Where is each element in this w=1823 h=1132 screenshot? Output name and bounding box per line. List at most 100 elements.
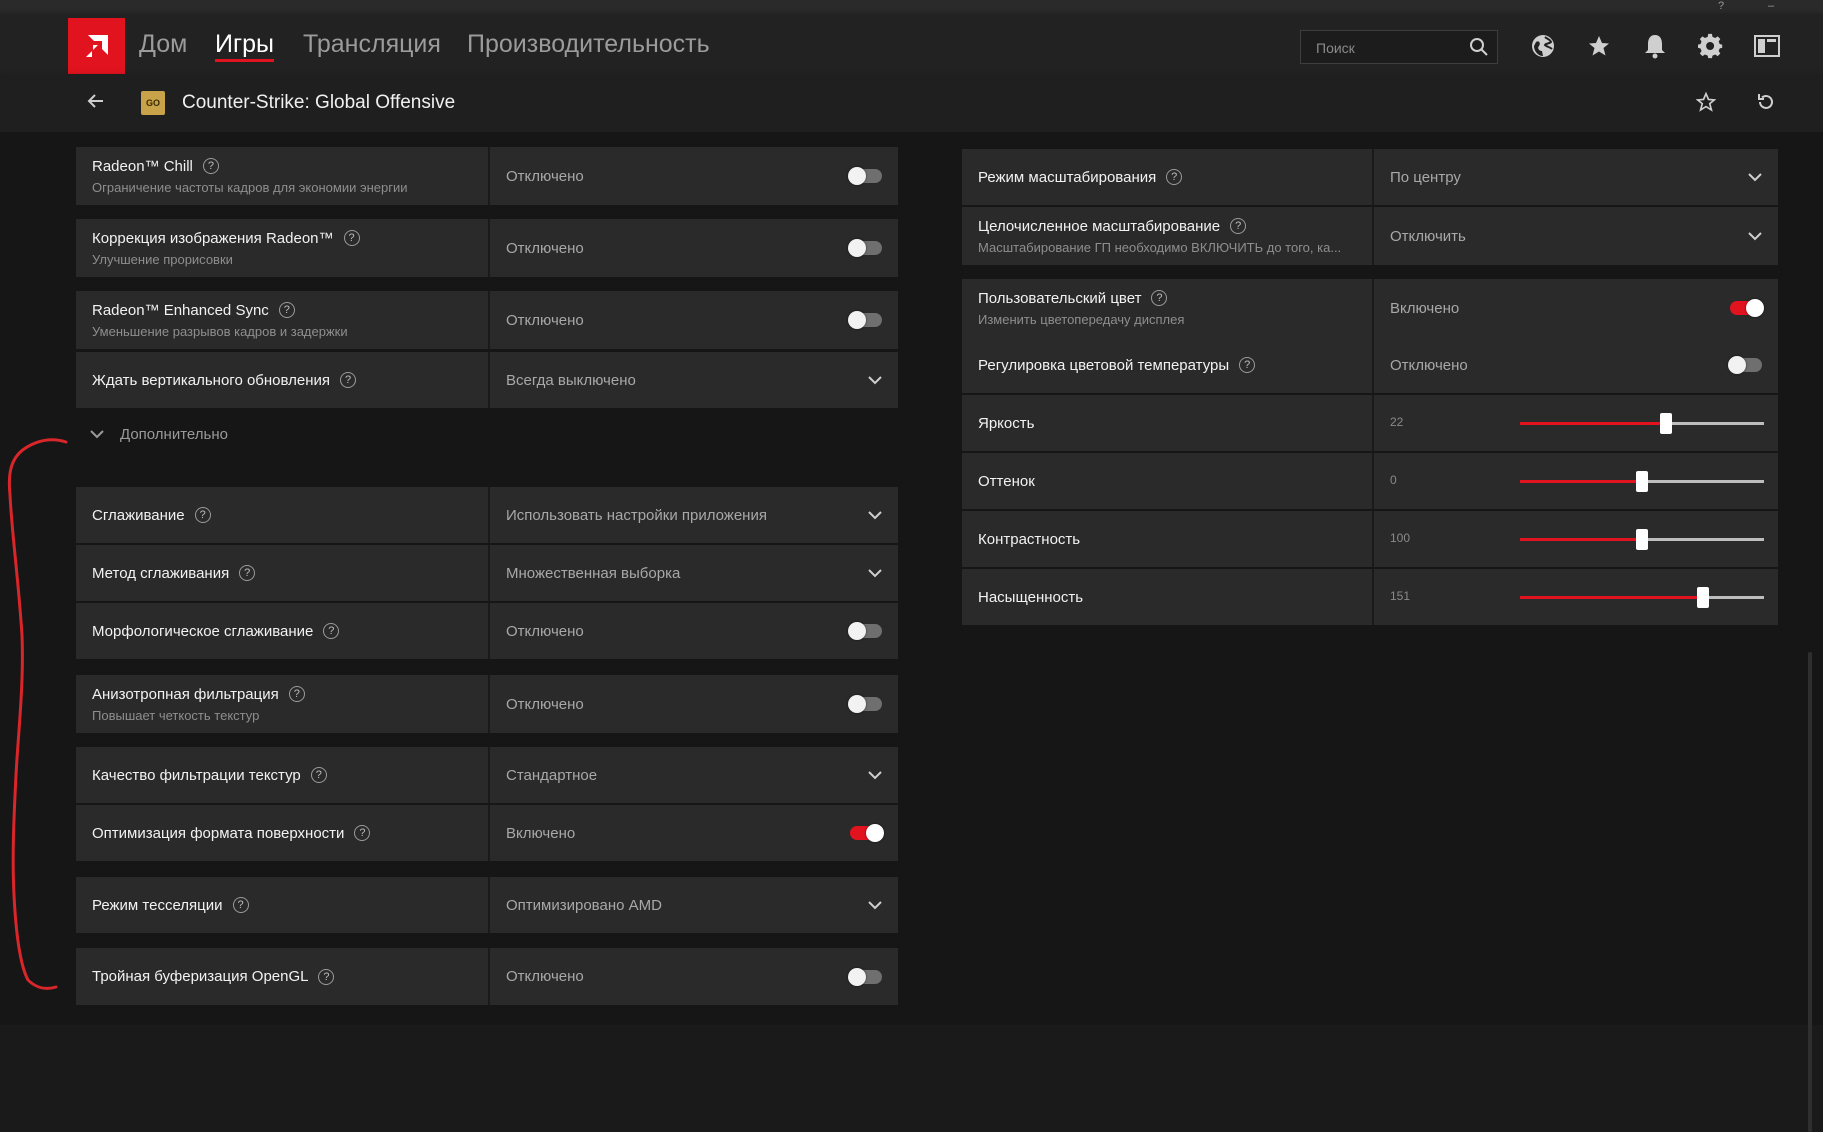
help-icon[interactable]: ? xyxy=(1239,357,1256,373)
toggle-switch[interactable] xyxy=(1728,356,1762,374)
toggle-switch[interactable] xyxy=(848,695,882,713)
help-icon[interactable]: ? xyxy=(354,825,371,841)
setting-value-cell: 0 xyxy=(1372,453,1778,509)
slider-fill xyxy=(1520,422,1667,425)
layout-panel-icon[interactable] xyxy=(1753,32,1781,60)
back-arrow-icon[interactable] xyxy=(86,91,106,116)
setting-value-cell[interactable]: Использовать настройки приложения xyxy=(488,487,898,543)
setting-value-cell[interactable]: Стандартное xyxy=(488,747,898,803)
setting-label-block: Пользовательский цвет? Изменить цветопере… xyxy=(962,279,1372,337)
slider-fill xyxy=(1520,596,1703,599)
setting-value-cell[interactable]: Множественная выборка xyxy=(488,545,898,601)
toggle-switch[interactable] xyxy=(848,311,882,329)
chevron-down-icon[interactable] xyxy=(866,766,884,784)
setting-title: Тройная буферизация OpenGL xyxy=(92,968,309,985)
setting-title: Оттенок xyxy=(978,472,1035,490)
slider-value: 151 xyxy=(1390,589,1411,603)
help-icon[interactable]: ? xyxy=(1151,290,1168,306)
tab-games[interactable]: Игры xyxy=(215,14,274,74)
help-icon[interactable]: ? xyxy=(318,968,335,985)
tab-performance[interactable]: Производительность xyxy=(467,14,710,74)
slider-track[interactable] xyxy=(1520,587,1764,608)
slider-track[interactable] xyxy=(1520,413,1764,434)
setting-title: Яркость xyxy=(978,414,1035,432)
globe-icon[interactable] xyxy=(1529,32,1557,60)
setting-label-block: Сглаживание? xyxy=(76,487,488,543)
chevron-down-icon[interactable] xyxy=(866,371,884,389)
setting-subtitle: Масштабирование ГП необходимо ВКЛЮЧИТЬ д… xyxy=(978,239,1342,255)
amd-arrow-icon xyxy=(85,35,108,57)
setting-label-block: Тройная буферизация OpenGL? xyxy=(76,948,488,1005)
help-icon[interactable]: ? xyxy=(1230,218,1247,234)
help-icon[interactable]: ? xyxy=(239,565,256,581)
help-icon[interactable]: ? xyxy=(323,623,340,639)
setting-value: Включено xyxy=(1390,299,1460,317)
setting-title: Сглаживание xyxy=(92,506,185,524)
favorite-star-icon[interactable] xyxy=(1695,91,1717,117)
setting-value-cell: Отключено xyxy=(1372,337,1778,393)
setting-value: Всегда выключено xyxy=(506,371,636,389)
setting-value: Отключено xyxy=(506,622,584,640)
setting-value-cell[interactable]: По центру xyxy=(1372,149,1778,205)
slider-thumb[interactable] xyxy=(1697,587,1709,608)
scrollbar[interactable] xyxy=(1808,652,1812,1132)
help-icon[interactable]: ? xyxy=(202,158,219,174)
setting-value: Отключить xyxy=(1390,227,1466,245)
help-icon[interactable]: ? xyxy=(194,507,211,523)
help-icon[interactable]: ? xyxy=(232,897,249,913)
help-icon[interactable]: ? xyxy=(1166,169,1183,185)
setting-row: Яркость 22 xyxy=(962,395,1778,451)
gear-icon[interactable] xyxy=(1697,32,1725,60)
setting-value-cell: 100 xyxy=(1372,511,1778,567)
search-input[interactable] xyxy=(1301,31,1478,65)
chevron-down-icon[interactable] xyxy=(866,564,884,582)
setting-value-cell[interactable]: Всегда выключено xyxy=(488,352,898,408)
slider-track[interactable] xyxy=(1520,471,1764,492)
chevron-down-icon[interactable] xyxy=(866,896,884,914)
search-icon[interactable] xyxy=(1469,37,1489,62)
setting-title-line: Режим масштабирования? xyxy=(978,169,1372,186)
top-navigation-bar: Дом Игры Трансляция Производительность xyxy=(0,14,1823,74)
help-icon[interactable]: ? xyxy=(278,302,295,318)
toggle-switch[interactable] xyxy=(1730,299,1764,317)
setting-value-cell[interactable]: Отключить xyxy=(1372,207,1778,265)
setting-value: Отключено xyxy=(506,968,584,985)
setting-subtitle: Улучшение прорисовки xyxy=(92,251,233,267)
slider-thumb[interactable] xyxy=(1636,529,1648,550)
help-icon[interactable]: ? xyxy=(340,372,357,388)
slider-thumb[interactable] xyxy=(1660,413,1673,434)
bell-icon[interactable] xyxy=(1641,32,1669,60)
setting-value: Оптимизировано AMD xyxy=(506,896,662,914)
help-window-button[interactable]: ? xyxy=(1718,0,1724,12)
slider-track[interactable] xyxy=(1520,529,1764,550)
star-icon[interactable] xyxy=(1585,32,1613,60)
help-icon[interactable]: ? xyxy=(310,767,327,783)
setting-title: Качество фильтрации текстур xyxy=(92,766,301,784)
minimize-window-button[interactable]: – xyxy=(1768,0,1774,12)
reset-icon[interactable] xyxy=(1756,92,1776,117)
help-icon[interactable]: ? xyxy=(343,230,360,246)
toggle-switch[interactable] xyxy=(848,622,882,640)
toggle-switch[interactable] xyxy=(850,824,884,842)
toggle-switch[interactable] xyxy=(848,239,882,257)
advanced-section-header[interactable]: Дополнительно xyxy=(90,426,228,443)
slider-value: 100 xyxy=(1390,531,1411,545)
tab-streaming[interactable]: Трансляция xyxy=(303,14,441,74)
help-icon[interactable]: ? xyxy=(288,686,305,702)
setting-title: Анизотропная фильтрация xyxy=(92,685,279,703)
chevron-down-icon[interactable] xyxy=(1746,227,1764,245)
setting-value-cell[interactable]: Оптимизировано AMD xyxy=(488,877,898,933)
setting-title-line: Качество фильтрации текстур? xyxy=(92,767,488,784)
setting-title-line: Морфологическое сглаживание? xyxy=(92,623,488,640)
chevron-down-icon[interactable] xyxy=(866,506,884,524)
toggle-switch[interactable] xyxy=(848,967,882,986)
setting-row: Оптимизация формата поверхности? Включено xyxy=(76,805,898,861)
slider-thumb[interactable] xyxy=(1636,471,1648,492)
amd-logo[interactable] xyxy=(68,18,125,74)
tab-home[interactable]: Дом xyxy=(139,14,187,74)
toggle-switch[interactable] xyxy=(848,167,882,185)
chevron-down-icon[interactable] xyxy=(1746,168,1764,186)
setting-label-block: Коррекция изображения Radeon™? Улучшение … xyxy=(76,219,488,277)
advanced-section-label: Дополнительно xyxy=(120,426,228,443)
setting-value: Отключено xyxy=(1390,356,1468,374)
